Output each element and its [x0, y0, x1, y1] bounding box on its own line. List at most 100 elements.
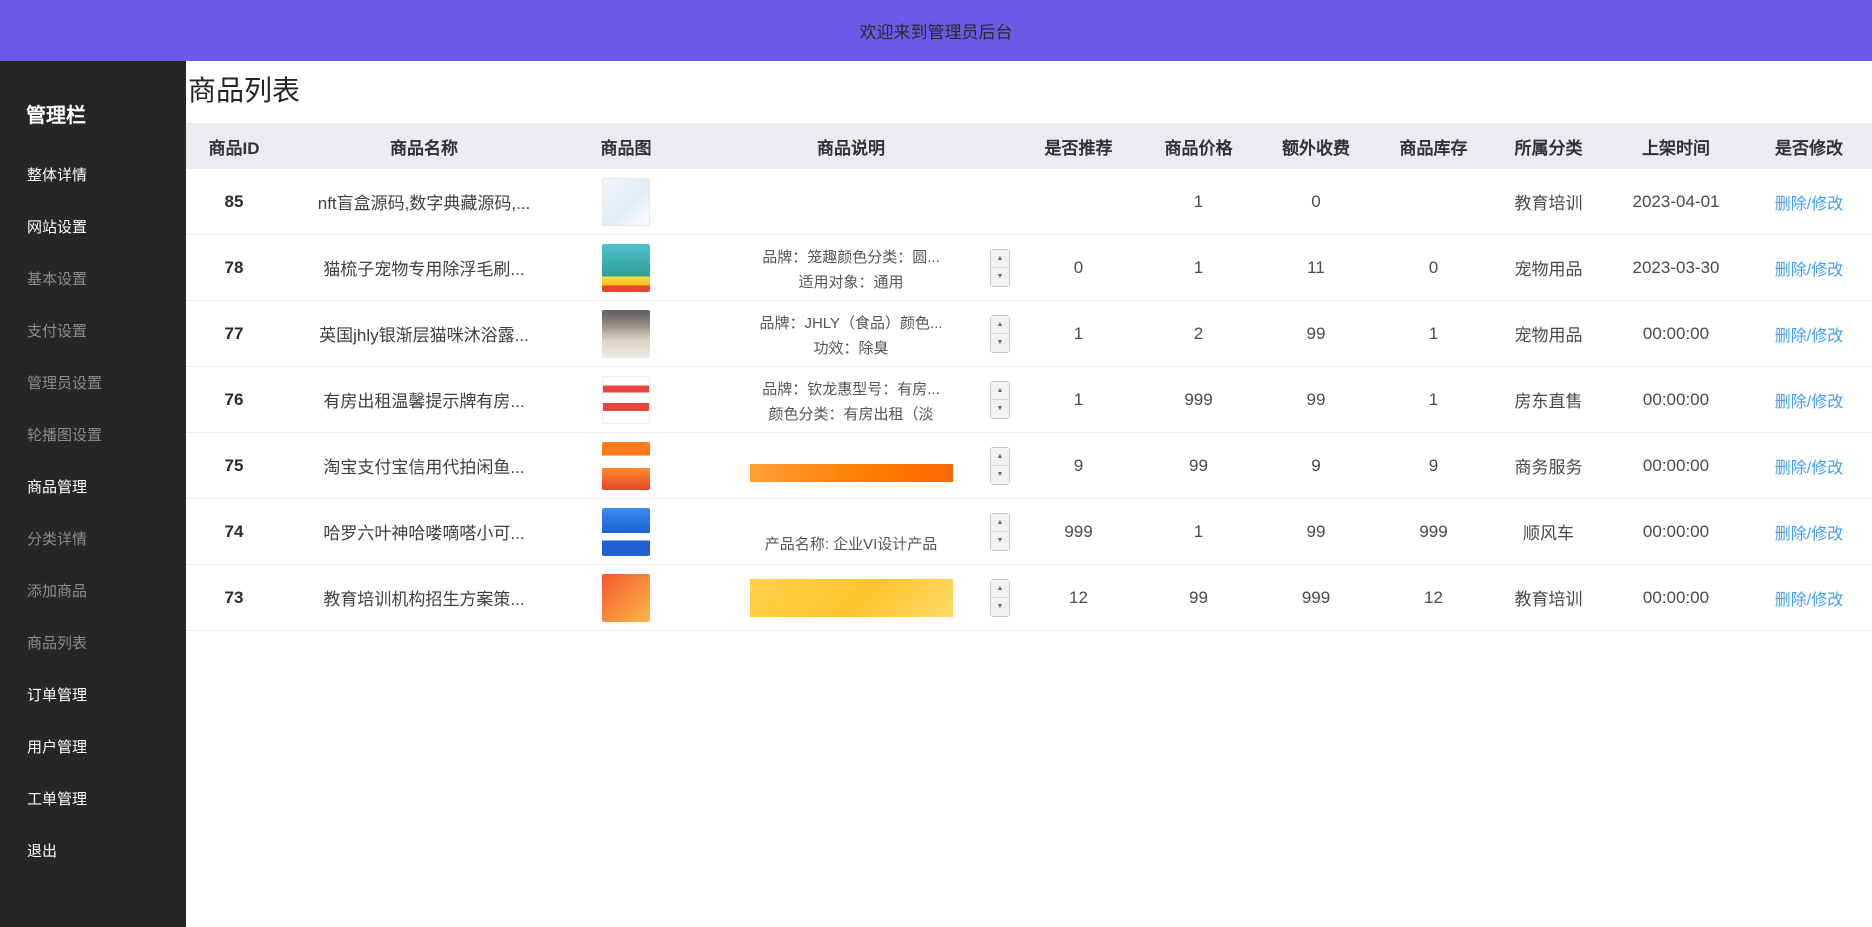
extra-fee-value: 99 — [1256, 367, 1376, 433]
sidebar-item-product-management[interactable]: 商品管理 — [0, 462, 186, 514]
stepper-down-icon[interactable]: ▼ — [991, 465, 1009, 484]
sidebar-item-logout[interactable]: 退出 — [0, 826, 186, 878]
header-stock: 商品库存 — [1376, 123, 1491, 169]
product-name: 淘宝支付宝信用代拍闲鱼... — [282, 433, 566, 499]
header-listing-time: 上架时间 — [1606, 123, 1746, 169]
product-description: 品牌：笼趣颜色分类：圆... 适用对象：通用 ▲ ▼ — [686, 235, 1016, 300]
table-row: 75 淘宝支付宝信用代拍闲鱼... ▲ ▼ 9 99 — [186, 433, 1872, 499]
product-image — [602, 178, 650, 226]
product-image — [602, 508, 650, 556]
recommend-value — [1016, 169, 1141, 235]
stock-value: 1 — [1376, 301, 1491, 367]
product-image — [602, 442, 650, 490]
delete-modify-link[interactable]: 删除/修改 — [1775, 196, 1843, 213]
stock-value: 9 — [1376, 433, 1491, 499]
extra-fee-value: 99 — [1256, 301, 1376, 367]
delete-modify-link[interactable]: 删除/修改 — [1775, 394, 1843, 411]
stepper-down-icon[interactable]: ▼ — [991, 267, 1009, 286]
stock-value: 999 — [1376, 499, 1491, 565]
extra-fee-value: 999 — [1256, 565, 1376, 631]
delete-modify-link[interactable]: 删除/修改 — [1775, 526, 1843, 543]
category-value: 教育培训 — [1491, 565, 1606, 631]
category-value: 宠物用品 — [1491, 301, 1606, 367]
description-line1: 品牌：笼趣颜色分类：圆... — [762, 249, 940, 266]
sidebar-item-add-product[interactable]: 添加商品 — [0, 566, 186, 618]
sidebar-title: 管理栏 — [0, 61, 186, 150]
header-actions: 是否修改 — [1746, 123, 1872, 169]
sidebar-item-site-settings[interactable]: 网站设置 — [0, 202, 186, 254]
product-id: 75 — [186, 433, 282, 499]
listing-time-value: 00:00:00 — [1606, 499, 1746, 565]
stock-value: 1 — [1376, 367, 1491, 433]
category-value: 商务服务 — [1491, 433, 1606, 499]
stepper-up-icon[interactable]: ▲ — [991, 448, 1009, 466]
delete-modify-link[interactable]: 删除/修改 — [1775, 328, 1843, 345]
listing-time-value: 2023-04-01 — [1606, 169, 1746, 235]
table-row: 73 教育培训机构招生方案策... ▲ ▼ 12 99 — [186, 565, 1872, 631]
sidebar: 管理栏 整体详情 网站设置 基本设置 支付设置 管理员设置 轮播图设置 商品管理… — [0, 61, 186, 927]
description-line1: 产品名称: 企业VI设计产品 — [727, 510, 975, 554]
category-value: 顺风车 — [1491, 499, 1606, 565]
product-description: 产品名称: 企业VI设计产品 ▲ ▼ — [686, 499, 1016, 564]
listing-time-value: 00:00:00 — [1606, 433, 1746, 499]
number-stepper[interactable]: ▲ ▼ — [990, 447, 1010, 485]
header-recommended: 是否推荐 — [1016, 123, 1141, 169]
description-banner-image — [750, 579, 953, 617]
delete-modify-link[interactable]: 删除/修改 — [1775, 592, 1843, 609]
product-id: 74 — [186, 499, 282, 565]
product-name: nft盲盒源码,数字典藏源码,... — [282, 169, 566, 235]
price-value: 1 — [1141, 235, 1256, 301]
recommend-value: 1 — [1016, 301, 1141, 367]
stepper-down-icon[interactable]: ▼ — [991, 399, 1009, 418]
description-line2: 功效：除臭 — [813, 340, 888, 357]
header-extra-fee: 额外收费 — [1256, 123, 1376, 169]
price-value: 99 — [1141, 433, 1256, 499]
sidebar-item-ticket-management[interactable]: 工单管理 — [0, 774, 186, 826]
sidebar-item-user-management[interactable]: 用户管理 — [0, 722, 186, 774]
extra-fee-value: 9 — [1256, 433, 1376, 499]
number-stepper[interactable]: ▲ ▼ — [990, 249, 1010, 287]
description-line1: 品牌：钦龙惠型号：有房... — [762, 381, 940, 398]
stepper-down-icon[interactable]: ▼ — [991, 597, 1009, 616]
table-row: 78 猫梳子宠物专用除浮毛刷... 品牌：笼趣颜色分类：圆... 适用对象：通用… — [186, 235, 1872, 301]
sidebar-item-order-management[interactable]: 订单管理 — [0, 670, 186, 722]
stepper-up-icon[interactable]: ▲ — [991, 316, 1009, 334]
sidebar-item-admin-settings[interactable]: 管理员设置 — [0, 358, 186, 410]
product-name: 教育培训机构招生方案策... — [282, 565, 566, 631]
product-name: 哈罗六叶神哈喽嘀嗒小可... — [282, 499, 566, 565]
sidebar-item-overall-details[interactable]: 整体详情 — [0, 150, 186, 202]
product-image — [602, 310, 650, 358]
stepper-up-icon[interactable]: ▲ — [991, 580, 1009, 598]
extra-fee-value: 99 — [1256, 499, 1376, 565]
main-content: 商品列表 商品ID 商品名称 商品图 商品说明 是否推荐 商品价格 额外收费 商… — [186, 61, 1872, 927]
product-name: 有房出租温馨提示牌有房... — [282, 367, 566, 433]
price-value: 1 — [1141, 499, 1256, 565]
stepper-down-icon[interactable]: ▼ — [991, 333, 1009, 352]
product-description — [686, 169, 1016, 234]
stepper-down-icon[interactable]: ▼ — [991, 531, 1009, 550]
sidebar-item-payment-settings[interactable]: 支付设置 — [0, 306, 186, 358]
category-value: 房东直售 — [1491, 367, 1606, 433]
delete-modify-link[interactable]: 删除/修改 — [1775, 460, 1843, 477]
category-value: 宠物用品 — [1491, 235, 1606, 301]
number-stepper[interactable]: ▲ ▼ — [990, 579, 1010, 617]
extra-fee-value: 11 — [1256, 235, 1376, 301]
delete-modify-link[interactable]: 删除/修改 — [1775, 262, 1843, 279]
table-row: 76 有房出租温馨提示牌有房... 品牌：钦龙惠型号：有房... 颜色分类：有房… — [186, 367, 1872, 433]
sidebar-item-category-details[interactable]: 分类详情 — [0, 514, 186, 566]
number-stepper[interactable]: ▲ ▼ — [990, 315, 1010, 353]
sidebar-item-carousel-settings[interactable]: 轮播图设置 — [0, 410, 186, 462]
stepper-up-icon[interactable]: ▲ — [991, 250, 1009, 268]
description-line2: 适用对象：通用 — [798, 274, 903, 291]
stepper-up-icon[interactable]: ▲ — [991, 382, 1009, 400]
listing-time-value: 00:00:00 — [1606, 301, 1746, 367]
stock-value — [1376, 169, 1491, 235]
sidebar-item-basic-settings[interactable]: 基本设置 — [0, 254, 186, 306]
sidebar-item-product-list[interactable]: 商品列表 — [0, 618, 186, 670]
number-stepper[interactable]: ▲ ▼ — [990, 381, 1010, 419]
price-value: 999 — [1141, 367, 1256, 433]
number-stepper[interactable]: ▲ ▼ — [990, 513, 1010, 551]
description-line1: 品牌：JHLY（食品）颜色... — [759, 315, 942, 332]
stepper-up-icon[interactable]: ▲ — [991, 514, 1009, 532]
listing-time-value: 2023-03-30 — [1606, 235, 1746, 301]
